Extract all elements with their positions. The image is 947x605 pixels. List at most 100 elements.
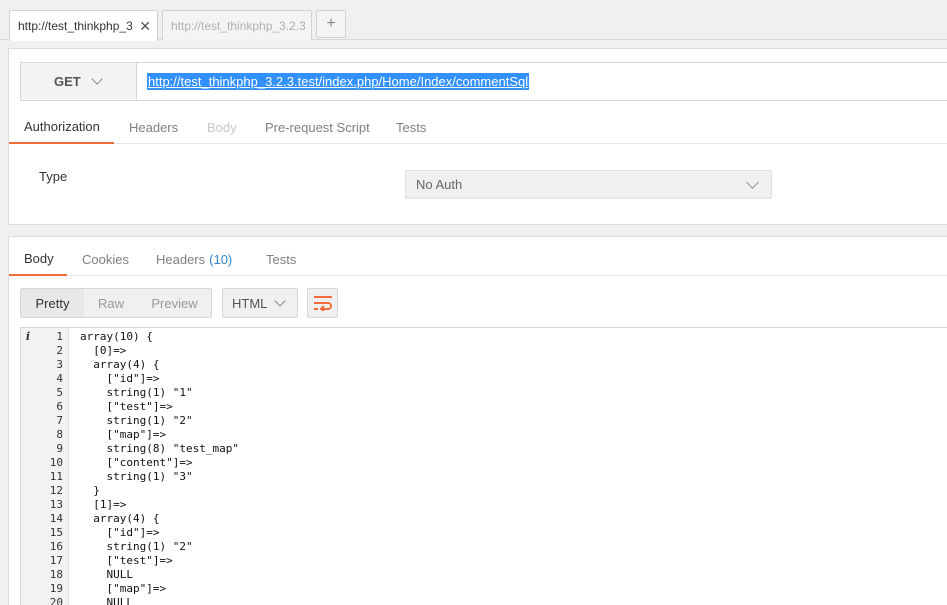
code-text: string(1) "1" <box>80 386 193 399</box>
tab-response-body[interactable]: Body <box>9 243 67 276</box>
code-line: 20 NULL <box>21 596 947 605</box>
info-spacer <box>21 400 35 414</box>
code-line: 10 ["content"]=> <box>21 456 947 470</box>
code-text: [1]=> <box>80 498 127 511</box>
response-tabs: Body Cookies Headers (10) Tests <box>9 243 947 276</box>
code-line: 18 NULL <box>21 568 947 582</box>
info-icon: i <box>25 330 31 343</box>
info-spacer <box>21 582 35 596</box>
code-lines: i 1 array(10) {2 [0]=> 3 array(4) {4 ["id"]… <box>21 330 947 605</box>
code-text: ["test"]=> <box>80 554 173 567</box>
request-tab-label: http://test_thinkphp_3 <box>18 19 133 33</box>
headers-label: Headers <box>156 252 206 267</box>
method-label: GET <box>54 74 81 89</box>
url-text: http://test_thinkphp_3.2.3.test/index.ph… <box>147 73 530 90</box>
code-text: NULL <box>80 596 133 605</box>
headers-count-badge: (10) <box>209 252 233 267</box>
code-text: array(4) { <box>80 512 160 525</box>
code-text: ["map"]=> <box>80 428 167 441</box>
language-select[interactable]: HTML <box>222 288 298 318</box>
line-number: 15 <box>49 526 63 539</box>
chevron-down-icon <box>91 73 103 85</box>
info-spacer <box>21 540 35 554</box>
auth-type-select[interactable]: No Auth <box>405 170 772 199</box>
code-text: array(10) { <box>80 330 153 343</box>
line-number: 20 <box>49 596 63 605</box>
code-line: 19 ["map"]=> <box>21 582 947 596</box>
code-text: string(1) "2" <box>80 414 193 427</box>
code-line: 4 ["id"]=> <box>21 372 947 386</box>
code-line: 15 ["id"]=> <box>21 526 947 540</box>
code-text: [0]=> <box>80 344 127 357</box>
language-label: HTML <box>232 295 268 311</box>
url-bar: GET http://test_thinkphp_3.2.3.test/inde… <box>20 62 947 101</box>
close-icon[interactable]: ✕ <box>139 19 151 33</box>
view-mode-toggle: Pretty Raw Preview <box>20 288 212 318</box>
line-number: 17 <box>49 554 63 567</box>
add-tab-button[interactable]: + <box>316 10 346 38</box>
code-line: 2 [0]=> <box>21 344 947 358</box>
info-spacer <box>21 386 35 400</box>
code-line: 5 string(1) "1" <box>21 386 947 400</box>
line-number: 1 <box>56 330 63 343</box>
wrap-lines-button[interactable] <box>307 288 338 318</box>
line-number: 8 <box>56 428 63 441</box>
tab-response-tests[interactable]: Tests <box>266 243 296 276</box>
code-line: 8 ["map"]=> <box>21 428 947 442</box>
auth-type-value: No Auth <box>416 177 463 192</box>
tab-authorization[interactable]: Authorization <box>9 111 114 144</box>
url-input[interactable]: http://test_thinkphp_3.2.3.test/index.ph… <box>137 63 947 100</box>
info-spacer <box>21 526 35 540</box>
tab-cookies[interactable]: Cookies <box>82 243 129 276</box>
response-panel: Body Cookies Headers (10) Tests Pretty R… <box>8 236 947 605</box>
request-tab-inactive[interactable]: http://test_thinkphp_3.2.3 <box>162 10 312 40</box>
line-number: 14 <box>49 512 63 525</box>
code-line: 11 string(1) "3" <box>21 470 947 484</box>
line-number: 5 <box>56 386 63 399</box>
code-text: ["content"]=> <box>80 456 193 469</box>
line-number: 9 <box>56 442 63 455</box>
line-number: 13 <box>49 498 63 511</box>
line-number: 10 <box>49 456 63 469</box>
code-line: 17 ["test"]=> <box>21 554 947 568</box>
tab-pre-request-script[interactable]: Pre-request Script <box>265 111 370 144</box>
info-spacer <box>21 456 35 470</box>
line-number: 4 <box>56 372 63 385</box>
tab-response-headers[interactable]: Headers (10) <box>156 243 232 276</box>
info-spacer <box>21 596 35 605</box>
chevron-down-icon <box>274 294 287 307</box>
request-tab-label: http://test_thinkphp_3.2.3 <box>171 18 306 33</box>
view-preview-button[interactable]: Preview <box>138 289 211 317</box>
request-tab-strip: http://test_thinkphp_3 ✕ http://test_thi… <box>0 0 947 41</box>
code-text: array(4) { <box>80 358 160 371</box>
code-line: 16 string(1) "2" <box>21 540 947 554</box>
tab-headers[interactable]: Headers <box>129 111 178 144</box>
code-line: 14 array(4) { <box>21 512 947 526</box>
response-body-editor[interactable]: i 1 array(10) {2 [0]=> 3 array(4) {4 ["id"]… <box>20 327 947 605</box>
info-spacer <box>21 428 35 442</box>
line-number: 6 <box>56 400 63 413</box>
line-number: 19 <box>49 582 63 595</box>
info-spacer <box>21 512 35 526</box>
code-line: 7 string(1) "2" <box>21 414 947 428</box>
code-line: i 1 array(10) { <box>21 330 947 344</box>
request-panel: GET http://test_thinkphp_3.2.3.test/inde… <box>8 48 947 225</box>
method-select[interactable]: GET <box>21 63 137 100</box>
code-text: ["id"]=> <box>80 526 160 539</box>
view-pretty-button[interactable]: Pretty <box>21 289 84 317</box>
view-raw-button[interactable]: Raw <box>84 289 138 317</box>
info-spacer <box>21 568 35 582</box>
wrap-lines-icon <box>313 296 332 311</box>
code-text: string(1) "2" <box>80 540 193 553</box>
line-number: 11 <box>49 470 63 483</box>
code-line: 3 array(4) { <box>21 358 947 372</box>
code-line: 6 ["test"]=> <box>21 400 947 414</box>
code-text: ["test"]=> <box>80 400 173 413</box>
tab-body[interactable]: Body <box>207 111 237 144</box>
code-text: ["id"]=> <box>80 372 160 385</box>
info-spacer <box>21 358 35 372</box>
tab-tests[interactable]: Tests <box>396 111 426 144</box>
info-spacer <box>21 484 35 498</box>
request-tab-active[interactable]: http://test_thinkphp_3 ✕ <box>9 10 158 41</box>
code-text: ["map"]=> <box>80 582 167 595</box>
